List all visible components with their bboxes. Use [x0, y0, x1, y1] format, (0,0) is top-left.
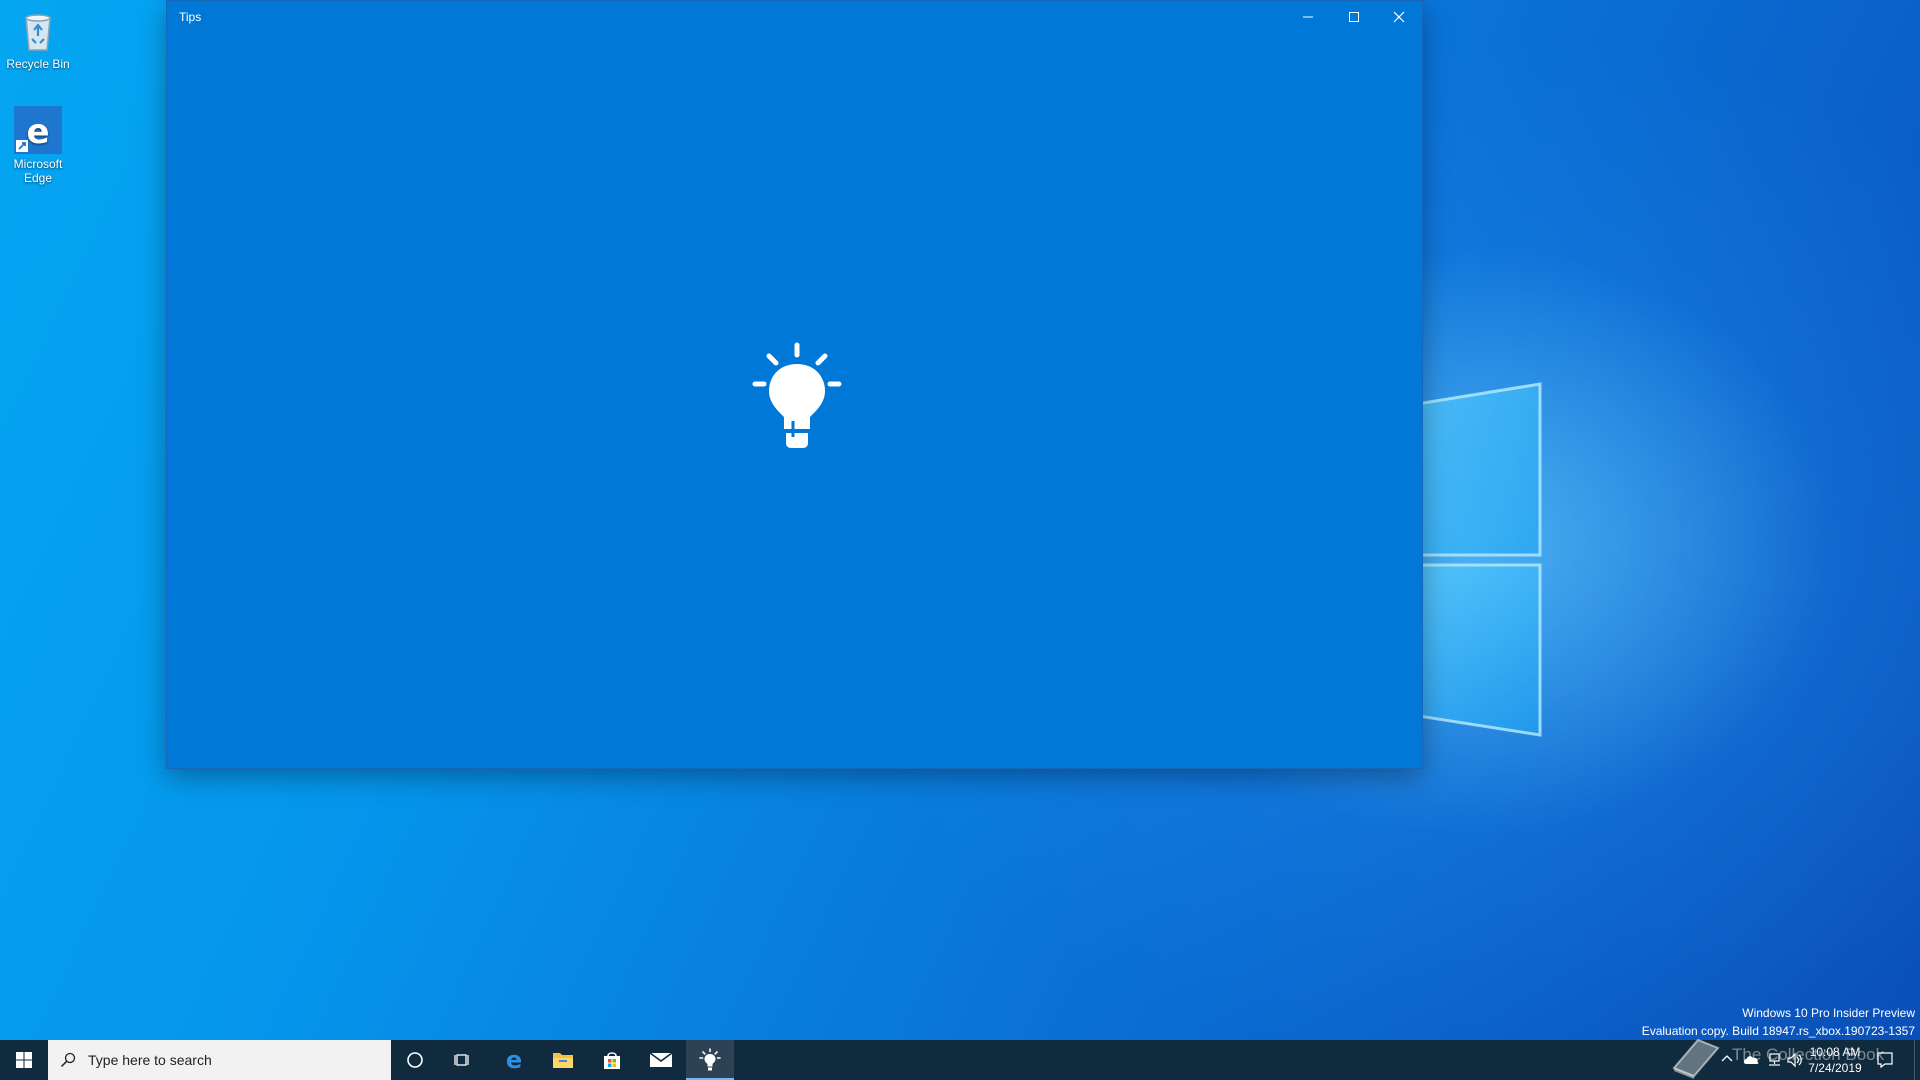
tips-icon — [699, 1048, 721, 1071]
close-icon — [1393, 11, 1405, 23]
svg-text:e: e — [506, 1048, 522, 1072]
watermark-edition: Windows 10 Pro Insider Preview — [1742, 1006, 1915, 1020]
mail-button[interactable] — [637, 1040, 685, 1080]
file-explorer-icon — [553, 1053, 573, 1068]
search-placeholder: Type here to search — [88, 1052, 212, 1068]
tips-app-window[interactable]: Tips — [167, 1, 1422, 768]
edge-icon: e — [14, 106, 62, 154]
cortana-icon — [407, 1052, 423, 1068]
task-view-button[interactable] — [439, 1040, 487, 1080]
close-button[interactable] — [1376, 1, 1422, 33]
taskbar: Type here to search e 10:08 AM 7/24/2019 — [0, 1040, 1920, 1080]
cortana-button[interactable] — [391, 1040, 439, 1080]
collection-book-watermark: The Collection Book — [1668, 1034, 1918, 1080]
start-button[interactable] — [0, 1040, 48, 1080]
svg-text:e: e — [26, 112, 49, 152]
maximize-button[interactable] — [1331, 1, 1377, 33]
microsoft-store-button[interactable] — [588, 1040, 636, 1080]
minimize-button[interactable] — [1285, 1, 1331, 33]
taskbar-tips-button[interactable] — [686, 1040, 734, 1080]
book-icon — [1672, 1038, 1720, 1079]
desktop-icon-label: Recycle Bin — [6, 57, 70, 71]
desktop-icon-microsoft-edge[interactable]: e Microsoft Edge — [1, 106, 75, 185]
lightbulb-icon — [752, 342, 842, 448]
window-title: Tips — [179, 10, 202, 24]
edge-icon: e — [506, 1048, 522, 1072]
task-view-icon — [454, 1054, 469, 1066]
collection-book-text: The Collection Book — [1732, 1045, 1885, 1064]
window-titlebar[interactable]: Tips — [167, 1, 1422, 33]
taskbar-search-box[interactable]: Type here to search — [48, 1040, 391, 1080]
store-icon — [604, 1052, 620, 1069]
desktop-icon-recycle-bin[interactable]: Recycle Bin — [1, 6, 75, 71]
maximize-icon — [1349, 12, 1359, 22]
recycle-bin-icon — [25, 14, 51, 51]
desktop-icon-label: Microsoft Edge — [13, 157, 63, 185]
taskbar-edge-button[interactable]: e — [490, 1040, 538, 1080]
search-icon — [60, 1052, 76, 1068]
mail-icon — [649, 1052, 673, 1067]
file-explorer-button[interactable] — [539, 1040, 587, 1080]
minimize-icon — [1303, 16, 1313, 18]
windows-start-icon — [16, 1052, 32, 1068]
